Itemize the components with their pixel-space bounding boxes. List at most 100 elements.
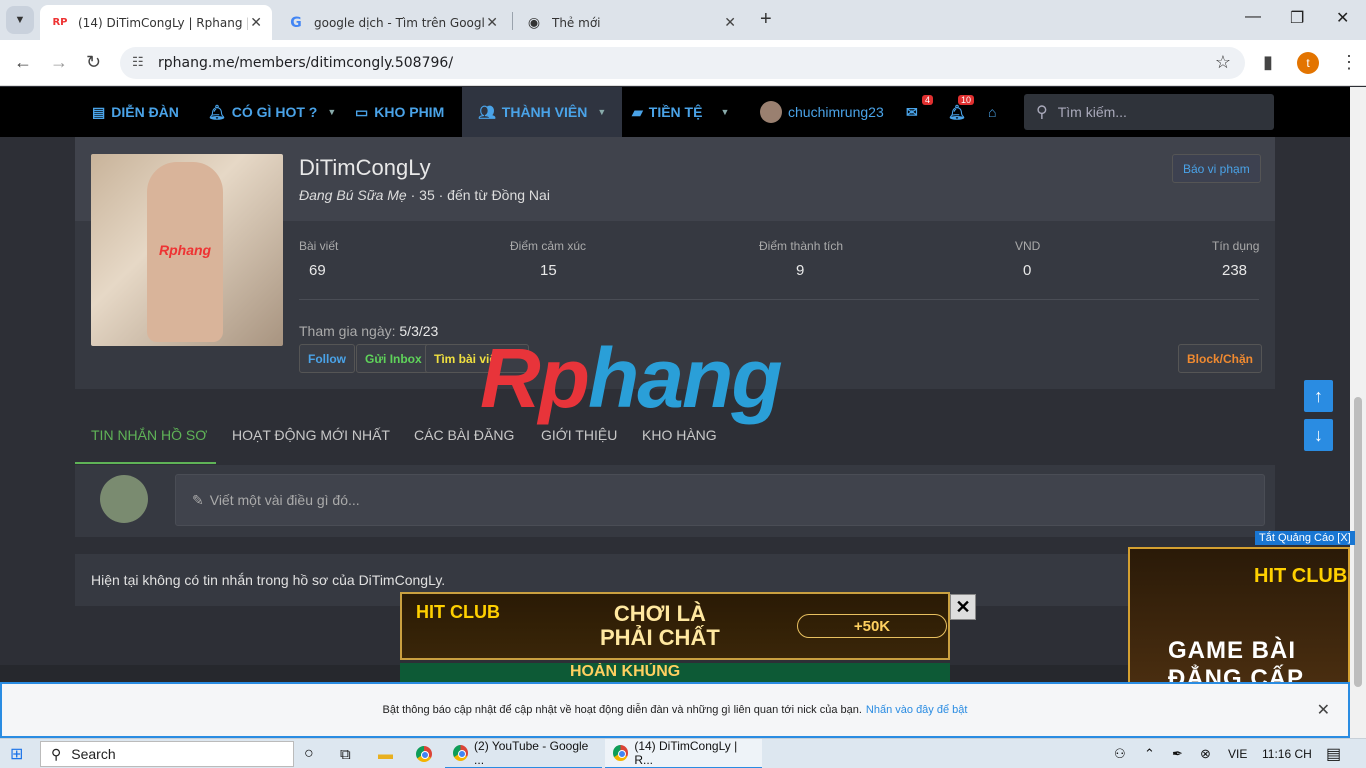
- stat-value[interactable]: 9: [796, 262, 804, 279]
- hide-all-ads-button[interactable]: Tắt Quảng Cáo [X]: [1255, 531, 1355, 545]
- nav-inbox[interactable]: ✉: [906, 87, 918, 137]
- inbox-badge: 4: [922, 95, 934, 105]
- ad-banner-hitclub[interactable]: HIT CLUB CHƠI LÀ PHẢI CHẤT +50K: [400, 592, 950, 660]
- windows-start-icon[interactable]: ⊞: [10, 739, 23, 768]
- close-ad-icon[interactable]: ✕: [950, 594, 976, 620]
- ad-side-hitclub[interactable]: HIT CLUB GAME BÀI ĐẲNG CẤP: [1128, 547, 1350, 692]
- tab-postings[interactable]: CÁC BÀI ĐĂNG: [414, 427, 514, 443]
- nav-currency[interactable]: ▰ TIỀN TỆ ▼: [632, 87, 729, 137]
- logo-part-red: Rp: [480, 331, 590, 425]
- rphang-logo: Rphang: [480, 330, 783, 427]
- nav-hot[interactable]: 🔔︎ CÓ GÌ HOT ? ▼: [208, 87, 336, 137]
- username: chuchimrung23: [788, 104, 884, 120]
- chevron-down-icon[interactable]: ▼: [720, 107, 729, 117]
- cortana-icon[interactable]: ○: [304, 739, 314, 768]
- active-tab-indicator: [75, 462, 216, 464]
- stats-divider: [299, 299, 1259, 300]
- chrome-taskbar-icon[interactable]: [416, 739, 438, 768]
- tab-store[interactable]: KHO HÀNG: [642, 427, 717, 443]
- browser-tab-google[interactable]: G google dịch - Tìm trên Google ✕: [276, 5, 508, 40]
- nav-movies[interactable]: ▭ KHO PHIM: [355, 87, 444, 137]
- nav-label: THÀNH VIÊN: [501, 104, 588, 120]
- taskbar-search[interactable]: ⚲ Search: [40, 741, 294, 767]
- clock[interactable]: 11:16 CH: [1262, 739, 1312, 768]
- profile-avatar[interactable]: t: [1297, 52, 1319, 74]
- close-notification-icon[interactable]: ✕: [1317, 700, 1330, 720]
- scroll-down-button[interactable]: ↓: [1304, 419, 1333, 451]
- block-button[interactable]: Block/Chặn: [1178, 344, 1263, 373]
- pen-icon[interactable]: ✒: [1172, 739, 1183, 768]
- logo-part-blue: hang: [587, 331, 783, 425]
- search-placeholder: Tìm kiếm...: [1057, 104, 1127, 120]
- stat-value[interactable]: 15: [540, 262, 557, 279]
- bookmark-star-icon[interactable]: ☆: [1215, 52, 1231, 73]
- back-icon[interactable]: ←: [14, 52, 32, 73]
- network-icon[interactable]: ⊗: [1200, 739, 1211, 768]
- task-view-icon[interactable]: ⧉: [340, 739, 351, 768]
- site-nav: ▤ DIỄN ĐÀN 🔔︎ CÓ GÌ HOT ? ▼ ▭ KHO PHIM 👥…: [0, 87, 1366, 137]
- close-tab-icon[interactable]: ✕: [724, 15, 736, 31]
- nav-user[interactable]: chuchimrung23: [760, 87, 884, 137]
- close-window-icon[interactable]: ✕: [1336, 8, 1349, 28]
- omnibox[interactable]: ☷ rphang.me/members/ditimcongly.508796/ …: [120, 47, 1245, 79]
- tab-latest-activity[interactable]: HOẠT ĐỘNG MỚI NHẤT: [232, 427, 390, 443]
- tab-search-button[interactable]: ▼: [6, 6, 34, 34]
- side-panel-icon[interactable]: ▮: [1263, 52, 1273, 73]
- chevron-up-icon[interactable]: ⌃: [1144, 739, 1155, 768]
- tab-profile-messages[interactable]: TIN NHẮN HỒ SƠ: [91, 427, 207, 443]
- browser-tab-bar: ▼ RP (14) DiTimCongLy | Rphang | Di ✕ G …: [0, 0, 1366, 40]
- taskbar-app-rphang[interactable]: (14) DiTimCongLy | R...: [605, 739, 762, 768]
- joined-label: Tham gia ngày:: [299, 323, 396, 339]
- ad-bonus-pill: +50K: [797, 614, 947, 638]
- nav-members[interactable]: 👥︎ THÀNH VIÊN ▼: [462, 87, 623, 137]
- profile-photo[interactable]: Rphang: [91, 154, 283, 346]
- stat-label: Điểm thành tích: [759, 239, 844, 253]
- forum-icon: ▤: [92, 103, 106, 120]
- url-text[interactable]: rphang.me/members/ditimcongly.508796/: [158, 55, 453, 71]
- close-tab-icon[interactable]: ✕: [486, 15, 498, 31]
- new-tab-icon[interactable]: +: [760, 8, 772, 31]
- scroll-thumb[interactable]: [1354, 397, 1362, 687]
- file-explorer-icon[interactable]: ▬: [378, 739, 393, 768]
- folder-icon: ▰: [632, 103, 643, 120]
- users-icon: 👥︎: [478, 103, 496, 120]
- search-input[interactable]: ⚲ Tìm kiếm...: [1024, 94, 1274, 130]
- notification-center-icon[interactable]: ▤: [1326, 739, 1341, 768]
- stat-label: Bài viết: [299, 239, 339, 253]
- address-bar: ← → ↻ ☷ rphang.me/members/ditimcongly.50…: [0, 40, 1366, 86]
- avatar: [100, 475, 148, 523]
- chevron-down-icon[interactable]: ▼: [597, 107, 606, 117]
- taskbar-app-label: (14) DiTimCongLy | R...: [634, 739, 738, 767]
- profile-post-box: ✎ Viết một vài điều gì đó...: [75, 465, 1275, 537]
- site-info-icon[interactable]: ☷: [132, 54, 144, 70]
- stat-value[interactable]: 69: [309, 262, 326, 279]
- minimize-icon[interactable]: —: [1245, 8, 1261, 26]
- forward-icon[interactable]: →: [50, 52, 68, 73]
- nav-forums[interactable]: ▤ DIỄN ĐÀN: [92, 87, 179, 137]
- nav-shop[interactable]: ⌂: [988, 87, 996, 137]
- scroll-up-button[interactable]: ↑: [1304, 380, 1333, 412]
- chrome-icon: [416, 746, 432, 762]
- post-placeholder: Viết một vài điều gì đó...: [209, 492, 360, 508]
- follow-button[interactable]: Follow: [299, 344, 355, 373]
- chrome-menu-icon[interactable]: ⋮: [1340, 52, 1358, 73]
- page-scrollbar[interactable]: [1350, 87, 1366, 738]
- chrome-icon: [613, 745, 629, 761]
- tab-about[interactable]: GIỚI THIỆU: [541, 427, 617, 443]
- profile-post-input[interactable]: ✎ Viết một vài điều gì đó...: [175, 474, 1265, 526]
- chevron-down-icon[interactable]: ▼: [327, 107, 336, 117]
- language-indicator[interactable]: VIE: [1228, 739, 1247, 768]
- report-button[interactable]: Báo vi phạm: [1172, 154, 1261, 183]
- notification-text: Bật thông báo cập nhật để cập nhật về ho…: [382, 704, 862, 716]
- send-inbox-button[interactable]: Gửi Inbox: [356, 344, 431, 373]
- reload-icon[interactable]: ↻: [86, 52, 101, 73]
- browser-tab-new[interactable]: ◉ Thẻ mới ✕: [514, 5, 746, 40]
- search-icon: ⚲: [51, 745, 62, 762]
- close-tab-icon[interactable]: ✕: [250, 15, 262, 31]
- user-meta: · 35 · đến từ Đồng Nai: [410, 187, 550, 203]
- restore-icon[interactable]: ❐: [1290, 8, 1304, 28]
- enable-notifications-link[interactable]: Nhấn vào đây để bật: [866, 704, 968, 716]
- taskbar-app-youtube[interactable]: (2) YouTube - Google ...: [445, 739, 602, 768]
- browser-tab-rphang[interactable]: RP (14) DiTimCongLy | Rphang | Di ✕: [40, 5, 272, 40]
- people-icon[interactable]: ⚇: [1114, 739, 1126, 768]
